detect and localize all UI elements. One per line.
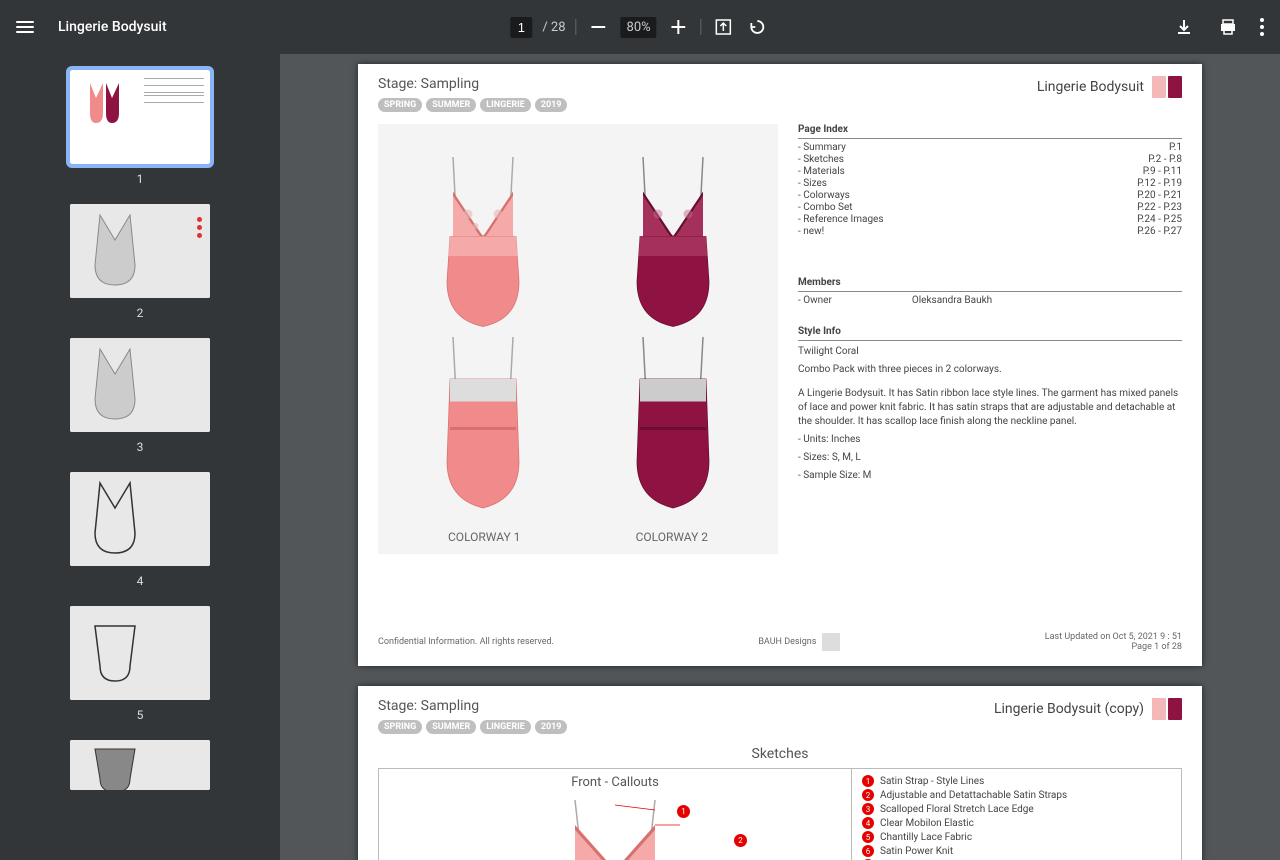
toolbar-divider bbox=[701, 19, 702, 35]
callout-dot: 1 bbox=[677, 805, 690, 818]
rotate-icon[interactable] bbox=[746, 15, 770, 39]
tag: LINGERIE bbox=[480, 98, 531, 112]
footer-updated: Last Updated on Oct 5, 2021 9 : 51 bbox=[1045, 632, 1182, 642]
footer-left: Confidential Information. All rights res… bbox=[378, 637, 554, 647]
thumbnail-sidebar: 1 2 3 bbox=[0, 54, 280, 860]
product-thumb-icon bbox=[1152, 76, 1182, 98]
toolbar-center: / 28 80% bbox=[510, 15, 769, 39]
combo-line: Combo Pack with three pieces in 2 colorw… bbox=[798, 363, 1182, 377]
document-title: Lingerie Bodysuit bbox=[58, 19, 167, 35]
tag: SUMMER bbox=[426, 720, 476, 734]
thumb-2[interactable]: 2 bbox=[70, 204, 210, 320]
colorway-1-label: COLORWAY 1 bbox=[448, 530, 520, 544]
tag: SUMMER bbox=[426, 98, 476, 112]
sizes-line: - Sizes: S, M, L bbox=[798, 451, 1182, 465]
callouts-list: 1Satin Strap - Style Lines 2Adjustable a… bbox=[851, 769, 1181, 860]
style-name: Twilight Coral bbox=[798, 345, 1182, 359]
download-icon[interactable] bbox=[1172, 15, 1196, 39]
pdf-viewer[interactable]: Stage: Sampling SPRING SUMMER LINGERIE 2… bbox=[280, 54, 1280, 860]
stage-label: Stage: Sampling bbox=[378, 698, 567, 714]
tag: SPRING bbox=[378, 98, 422, 112]
fit-page-icon[interactable] bbox=[712, 15, 736, 39]
thumb-1[interactable]: 1 bbox=[70, 70, 210, 186]
toolbar-divider bbox=[576, 19, 577, 35]
colorway-sketch-area: COLORWAY 1 COLORWAY 2 bbox=[378, 124, 778, 554]
thumb-3[interactable]: 3 bbox=[70, 338, 210, 454]
zoom-out-button[interactable] bbox=[587, 15, 611, 39]
tag: 2019 bbox=[535, 98, 568, 112]
thumb-4[interactable]: 4 bbox=[70, 472, 210, 588]
thumb-6[interactable] bbox=[70, 740, 210, 790]
page-input[interactable] bbox=[510, 17, 532, 38]
more-options-icon[interactable] bbox=[1260, 18, 1264, 36]
product-thumb-icon bbox=[1152, 698, 1182, 720]
section-title: Sketches bbox=[358, 746, 1202, 762]
zoom-in-button[interactable] bbox=[667, 15, 691, 39]
pdf-page-2: Stage: Sampling SPRING SUMMER LINGERIE 2… bbox=[358, 686, 1202, 860]
style-info-title: Style Info bbox=[798, 326, 1182, 337]
info-panel: Page Index - SummaryP.1 - SketchesP.2 - … bbox=[798, 124, 1182, 554]
front-callouts-area: Front - Callouts 1 2 bbox=[379, 769, 851, 860]
zoom-value: 80% bbox=[621, 17, 657, 38]
page-index-title: Page Index bbox=[798, 124, 1182, 135]
colorway-2-label: COLORWAY 2 bbox=[636, 530, 708, 544]
sample-line: - Sample Size: M bbox=[798, 469, 1182, 483]
footer-center: BAUH Designs bbox=[758, 637, 816, 647]
print-icon[interactable] bbox=[1216, 15, 1240, 39]
style-description: A Lingerie Bodysuit. It has Satin ribbon… bbox=[798, 387, 1182, 429]
member-name: Oleksandra Baukh bbox=[912, 295, 992, 306]
stage-label: Stage: Sampling bbox=[378, 76, 567, 92]
bodysuit-burgundy-back bbox=[593, 334, 753, 514]
product-title: Lingerie Bodysuit bbox=[1037, 76, 1182, 98]
units-line: - Units: Inches bbox=[798, 433, 1182, 447]
pdf-toolbar: Lingerie Bodysuit / 28 80% bbox=[0, 0, 1280, 54]
tags-row: SPRING SUMMER LINGERIE 2019 bbox=[378, 720, 567, 734]
bodysuit-coral-back bbox=[403, 334, 563, 514]
tags-row: SPRING SUMMER LINGERIE 2019 bbox=[378, 98, 567, 112]
product-title: Lingerie Bodysuit (copy) bbox=[994, 698, 1182, 720]
members-title: Members bbox=[798, 277, 1182, 288]
bodysuit-coral-front bbox=[403, 154, 563, 334]
page-total: / 28 bbox=[542, 20, 565, 35]
member-role: - Owner bbox=[798, 295, 832, 306]
footer-page-num: Page 1 of 28 bbox=[1132, 642, 1182, 652]
tag: LINGERIE bbox=[480, 720, 531, 734]
bodysuit-burgundy-front bbox=[593, 154, 753, 334]
tag: SPRING bbox=[378, 720, 422, 734]
callout-dot: 2 bbox=[734, 834, 747, 847]
tag: 2019 bbox=[535, 720, 568, 734]
pdf-page-1: Stage: Sampling SPRING SUMMER LINGERIE 2… bbox=[358, 64, 1202, 666]
page-footer: Confidential Information. All rights res… bbox=[378, 632, 1182, 652]
footer-logo-placeholder bbox=[822, 633, 840, 651]
thumb-5[interactable]: 5 bbox=[70, 606, 210, 722]
hamburger-menu-icon[interactable] bbox=[16, 21, 34, 33]
